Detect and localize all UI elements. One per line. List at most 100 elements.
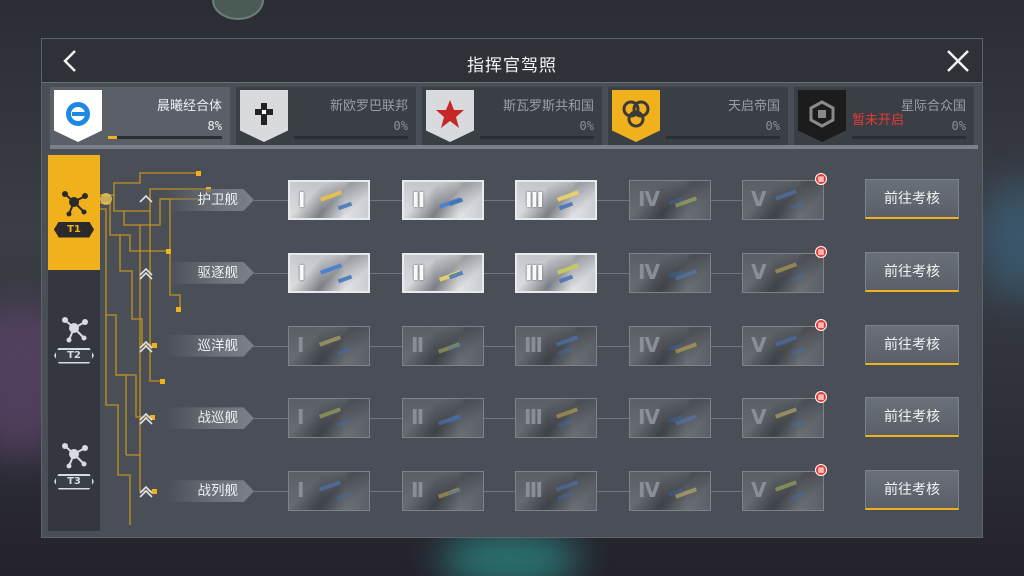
license-level-tile[interactable]: Ⅳ xyxy=(629,471,711,512)
faction-name: 星际合众国 xyxy=(900,99,966,114)
ship-class-label: 驱逐舰 xyxy=(166,261,254,284)
level-numeral: Ⅲ xyxy=(524,478,543,503)
level-numeral: Ⅲ xyxy=(525,260,544,285)
license-level-tile[interactable]: Ⅳ xyxy=(629,180,711,220)
level-numeral: Ⅳ xyxy=(638,187,660,211)
go-to-exam-button[interactable]: 前往考核 xyxy=(865,397,959,438)
license-level-tile[interactable]: Ⅱ xyxy=(402,252,484,293)
license-level-tile[interactable]: Ⅰ xyxy=(288,398,370,439)
faction-emblem xyxy=(240,90,288,142)
faction-name: 天启帝国 xyxy=(727,99,780,114)
license-level-tile[interactable]: Ⅲ xyxy=(515,471,597,512)
level-numeral: Ⅱ xyxy=(411,478,424,503)
go-to-exam-button[interactable]: 前往考核 xyxy=(865,470,959,511)
ship-class-label: 战巡舰 xyxy=(166,407,254,430)
page-title: 指挥官驾照 xyxy=(467,56,557,76)
ship-class-row: 战巡舰 Ⅰ Ⅱ Ⅲ Ⅳ Ⅴ ▦ 前往考核 xyxy=(42,391,984,441)
ship-class-row: 巡洋舰 Ⅰ Ⅱ Ⅲ Ⅳ Ⅴ ▦ 前往考核 xyxy=(42,318,984,369)
level-numeral: Ⅰ xyxy=(297,405,305,430)
level-numeral: Ⅳ xyxy=(638,332,660,357)
star-logo-icon xyxy=(434,98,466,134)
close-icon xyxy=(947,50,969,72)
faction-progress-percent: 0% xyxy=(579,119,594,133)
license-level-tile[interactable]: Ⅰ xyxy=(288,180,370,220)
level-numeral: Ⅴ xyxy=(751,332,767,357)
reward-gift-icon[interactable]: ▦ xyxy=(815,318,827,331)
header-bar: 指挥官驾照 xyxy=(42,39,982,83)
license-level-tile[interactable]: Ⅴ xyxy=(742,471,824,512)
chevron-up-icon xyxy=(139,413,153,425)
go-to-exam-button[interactable]: 前往考核 xyxy=(865,251,959,292)
ship-class-label: 战列舰 xyxy=(166,480,254,503)
faction-tab[interactable]: 新欧罗巴联邦 0% xyxy=(236,87,416,145)
level-numeral: Ⅰ xyxy=(297,478,305,503)
level-numeral: Ⅱ xyxy=(411,332,424,357)
reward-gift-icon[interactable]: ▦ xyxy=(815,391,827,404)
faction-emblem xyxy=(798,90,846,142)
license-level-tile[interactable]: Ⅰ xyxy=(288,252,370,293)
license-level-tile[interactable]: Ⅴ xyxy=(742,325,824,366)
license-level-tile[interactable]: Ⅴ xyxy=(742,180,824,220)
level-numeral: Ⅴ xyxy=(751,259,767,284)
cube-logo-icon xyxy=(807,99,837,133)
ship-class-row: 护卫舰 Ⅰ Ⅱ Ⅲ Ⅳ Ⅴ ▦ 前往考核 xyxy=(42,173,984,223)
faction-emblem xyxy=(54,90,102,142)
level-numeral: Ⅳ xyxy=(638,478,660,503)
reward-gift-icon[interactable]: ▦ xyxy=(815,245,827,258)
license-level-tile[interactable]: Ⅳ xyxy=(629,252,711,293)
license-level-tile[interactable]: Ⅰ xyxy=(288,471,370,512)
chevron-up-icon xyxy=(139,267,153,280)
faction-tab[interactable]: 晨曦经合体 8% xyxy=(50,87,230,145)
faction-progress-bar xyxy=(852,136,966,139)
go-to-exam-button[interactable]: 前往考核 xyxy=(865,179,959,219)
level-numeral: Ⅱ xyxy=(412,188,425,212)
license-level-tile[interactable]: Ⅰ xyxy=(288,325,370,366)
faction-tab[interactable]: 星际合众国 0% 暂未开启 xyxy=(794,87,974,145)
level-numeral: Ⅳ xyxy=(638,405,660,430)
license-level-tile[interactable]: Ⅱ xyxy=(402,180,484,220)
license-level-tile[interactable]: Ⅴ xyxy=(742,252,824,293)
close-button[interactable] xyxy=(944,47,972,75)
license-level-tile[interactable]: Ⅱ xyxy=(402,398,484,439)
ship-class-row: 驱逐舰 Ⅰ Ⅱ Ⅲ Ⅳ Ⅴ ▦ 前往考核 xyxy=(42,245,984,296)
faction-progress-bar xyxy=(294,136,408,139)
license-level-tile[interactable]: Ⅲ xyxy=(515,325,597,366)
chevron-up-icon xyxy=(139,486,153,498)
reward-gift-icon[interactable]: ▦ xyxy=(815,173,827,185)
faction-tab[interactable]: 斯瓦罗斯共和国 0% xyxy=(422,87,602,145)
tier-label: T1 xyxy=(54,221,94,238)
faction-tabs-divider xyxy=(50,145,978,149)
faction-progress-bar xyxy=(480,136,594,139)
level-numeral: Ⅲ xyxy=(524,332,543,357)
level-numeral: Ⅲ xyxy=(525,188,544,212)
level-numeral: Ⅲ xyxy=(524,405,543,430)
license-level-tile[interactable]: Ⅲ xyxy=(515,398,597,439)
go-to-exam-button[interactable]: 前往考核 xyxy=(865,324,959,365)
ship-class-label: 护卫舰 xyxy=(166,189,254,211)
ship-class-row: 战列舰 Ⅰ Ⅱ Ⅲ Ⅳ Ⅴ ▦ 前往考核 xyxy=(42,464,984,514)
faction-progress-percent: 0% xyxy=(393,119,408,133)
commander-license-panel: 指挥官驾照 晨曦经合体 8% 新欧罗巴联邦 0% 斯瓦罗斯共和国 0% 天启帝国… xyxy=(41,38,983,538)
license-level-tile[interactable]: Ⅴ xyxy=(742,398,824,439)
level-numeral: Ⅴ xyxy=(751,187,767,211)
license-level-tile[interactable]: Ⅲ xyxy=(515,252,597,293)
faction-tab[interactable]: 天启帝国 0% xyxy=(608,87,788,145)
license-level-tile[interactable]: Ⅳ xyxy=(629,325,711,366)
ship-class-label: 巡洋舰 xyxy=(166,334,254,357)
license-level-tile[interactable]: Ⅳ xyxy=(629,398,711,439)
chevron-up-icon xyxy=(139,194,153,203)
license-level-tile[interactable]: Ⅱ xyxy=(402,325,484,366)
license-level-tile[interactable]: Ⅲ xyxy=(515,180,597,220)
level-numeral: Ⅳ xyxy=(638,259,660,284)
level-numeral: Ⅰ xyxy=(298,260,306,285)
background-emblem xyxy=(212,0,264,20)
cross-logo-icon xyxy=(249,99,279,133)
level-numeral: Ⅴ xyxy=(751,478,767,503)
faction-tabs: 晨曦经合体 8% 新欧罗巴联邦 0% 斯瓦罗斯共和国 0% 天启帝国 0% 星际… xyxy=(50,87,978,145)
level-numeral: Ⅱ xyxy=(411,405,424,430)
reward-gift-icon[interactable]: ▦ xyxy=(815,464,827,477)
faction-emblem xyxy=(612,90,660,142)
faction-name: 新欧罗巴联邦 xyxy=(329,99,408,114)
license-level-tile[interactable]: Ⅱ xyxy=(402,471,484,512)
level-numeral: Ⅰ xyxy=(297,332,305,357)
